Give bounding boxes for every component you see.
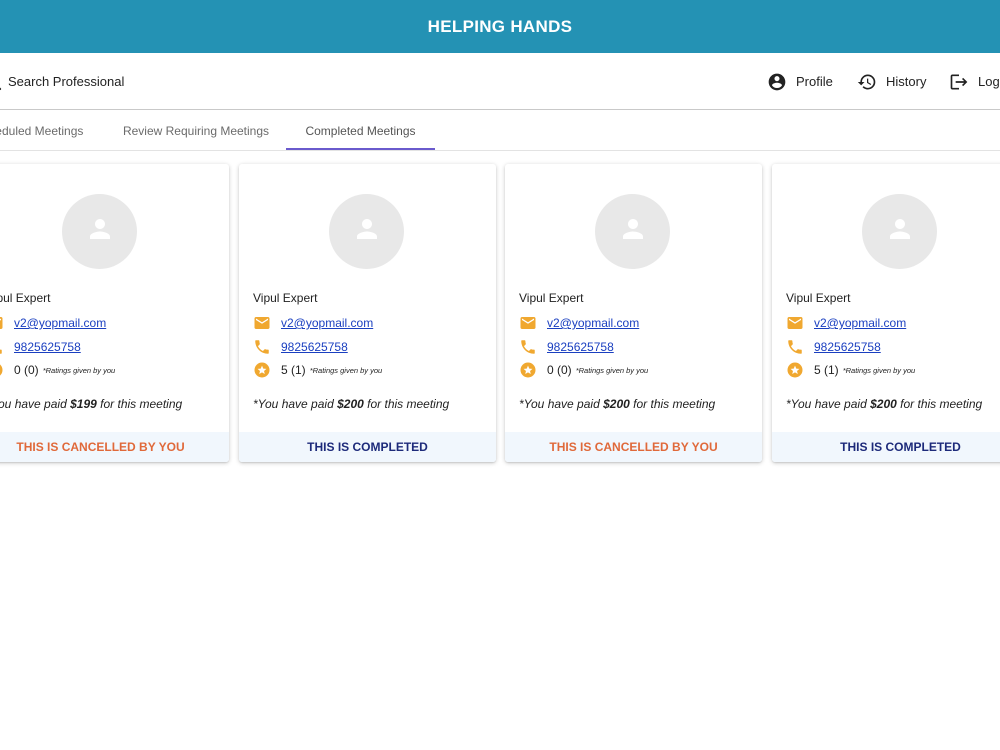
payment-amount: $200 (870, 397, 897, 411)
status-badge: THIS IS COMPLETED (239, 432, 496, 462)
rating-value: 0 (0) (547, 363, 572, 377)
rating-value: 0 (0) (14, 363, 39, 377)
rating-note: *Ratings given by you (309, 365, 383, 375)
meeting-card: Vipul Expert v2@yopmail.com 9825625758 5… (772, 164, 1000, 462)
payment-suffix: for this meeting (100, 397, 183, 411)
search-professional-label: Search Professional (8, 74, 125, 89)
email-link[interactable]: v2@yopmail.com (814, 316, 906, 330)
history-label: History (886, 74, 927, 89)
meeting-tabs: Scheduled Meetings Review Requiring Meet… (0, 111, 1000, 151)
payment-prefix: *You have paid (0, 397, 67, 411)
active-tab-indicator (286, 148, 435, 150)
rating-row: 0 (0) *Ratings given by you (0, 361, 115, 379)
history-button[interactable]: History (857, 53, 926, 110)
rating-row: 0 (0) *Ratings given by you (519, 361, 648, 379)
email-row: v2@yopmail.com (786, 314, 906, 332)
phone-link[interactable]: 9825625758 (547, 340, 614, 354)
search-professional-button[interactable]: Search Professional (0, 53, 124, 110)
expert-name: Vipul Expert (519, 291, 584, 305)
phone-row: 9825625758 (253, 338, 348, 356)
mail-icon (519, 314, 537, 332)
history-icon (857, 72, 877, 92)
tab-completed-meetings[interactable]: Completed Meetings (286, 111, 435, 151)
email-row: v2@yopmail.com (519, 314, 639, 332)
avatar (329, 194, 404, 269)
status-badge: THIS IS COMPLETED (772, 432, 1000, 462)
phone-link[interactable]: 9825625758 (281, 340, 348, 354)
status-badge: THIS IS CANCELLED BY YOU (505, 432, 762, 462)
phone-row: 9825625758 (519, 338, 614, 356)
payment-prefix: *You have paid (253, 397, 334, 411)
avatar (862, 194, 937, 269)
phone-icon (519, 338, 537, 356)
rating-note: *Ratings given by you (842, 365, 916, 375)
payment-prefix: *You have paid (519, 397, 600, 411)
avatar (595, 194, 670, 269)
email-link[interactable]: v2@yopmail.com (14, 316, 106, 330)
rating-value: 5 (1) (814, 363, 839, 377)
mail-icon (786, 314, 804, 332)
phone-row: 9825625758 (786, 338, 881, 356)
profile-button[interactable]: Profile (767, 53, 833, 110)
star-icon (519, 361, 537, 379)
rating-note: *Ratings given by you (575, 365, 649, 375)
mail-icon (253, 314, 271, 332)
logout-icon (949, 72, 969, 92)
meeting-card: Vipul Expert v2@yopmail.com 9825625758 0… (0, 164, 229, 462)
search-icon (0, 73, 4, 91)
person-icon (885, 214, 915, 249)
logout-label: Logout (978, 74, 1000, 89)
phone-link[interactable]: 9825625758 (14, 340, 81, 354)
avatar (62, 194, 137, 269)
rating-row: 5 (1) *Ratings given by you (786, 361, 915, 379)
phone-row: 9825625758 (0, 338, 81, 356)
phone-icon (253, 338, 271, 356)
email-row: v2@yopmail.com (253, 314, 373, 332)
payment-suffix: for this meeting (367, 397, 450, 411)
star-icon (253, 361, 271, 379)
app-title: HELPING HANDS (427, 16, 573, 36)
logout-button[interactable]: Logout (949, 53, 1000, 110)
rating-value: 5 (1) (281, 363, 306, 377)
payment-suffix: for this meeting (633, 397, 716, 411)
payment-amount: $200 (603, 397, 630, 411)
email-link[interactable]: v2@yopmail.com (547, 316, 639, 330)
app-bar: HELPING HANDS (0, 0, 1000, 53)
payment-text: *You have paid $200 for this meeting (253, 397, 449, 411)
payment-text: *You have paid $200 for this meeting (519, 397, 715, 411)
email-link[interactable]: v2@yopmail.com (281, 316, 373, 330)
rating-row: 5 (1) *Ratings given by you (253, 361, 382, 379)
mail-icon (0, 314, 4, 332)
expert-name: Vipul Expert (253, 291, 318, 305)
meeting-card: Vipul Expert v2@yopmail.com 9825625758 5… (239, 164, 496, 462)
rating-note: *Ratings given by you (42, 365, 116, 375)
expert-name: Vipul Expert (0, 291, 51, 305)
payment-text: *You have paid $200 for this meeting (786, 397, 982, 411)
account-circle-icon (767, 72, 787, 92)
email-row: v2@yopmail.com (0, 314, 106, 332)
tab-scheduled-meetings[interactable]: Scheduled Meetings (0, 111, 104, 151)
toolbar: Search Professional Profile History Logo… (0, 53, 1000, 110)
phone-link[interactable]: 9825625758 (814, 340, 881, 354)
status-badge: THIS IS CANCELLED BY YOU (0, 432, 229, 462)
tab-review-requiring-meetings[interactable]: Review Requiring Meetings (110, 111, 282, 151)
star-icon (786, 361, 804, 379)
payment-suffix: for this meeting (900, 397, 983, 411)
payment-text: *You have paid $199 for this meeting (0, 397, 182, 411)
phone-icon (786, 338, 804, 356)
person-icon (618, 214, 648, 249)
profile-label: Profile (796, 74, 833, 89)
expert-name: Vipul Expert (786, 291, 851, 305)
person-icon (352, 214, 382, 249)
payment-amount: $199 (70, 397, 97, 411)
phone-icon (0, 338, 4, 356)
payment-prefix: *You have paid (786, 397, 867, 411)
meeting-card: Vipul Expert v2@yopmail.com 9825625758 0… (505, 164, 762, 462)
payment-amount: $200 (337, 397, 364, 411)
person-icon (85, 214, 115, 249)
star-icon (0, 361, 4, 379)
